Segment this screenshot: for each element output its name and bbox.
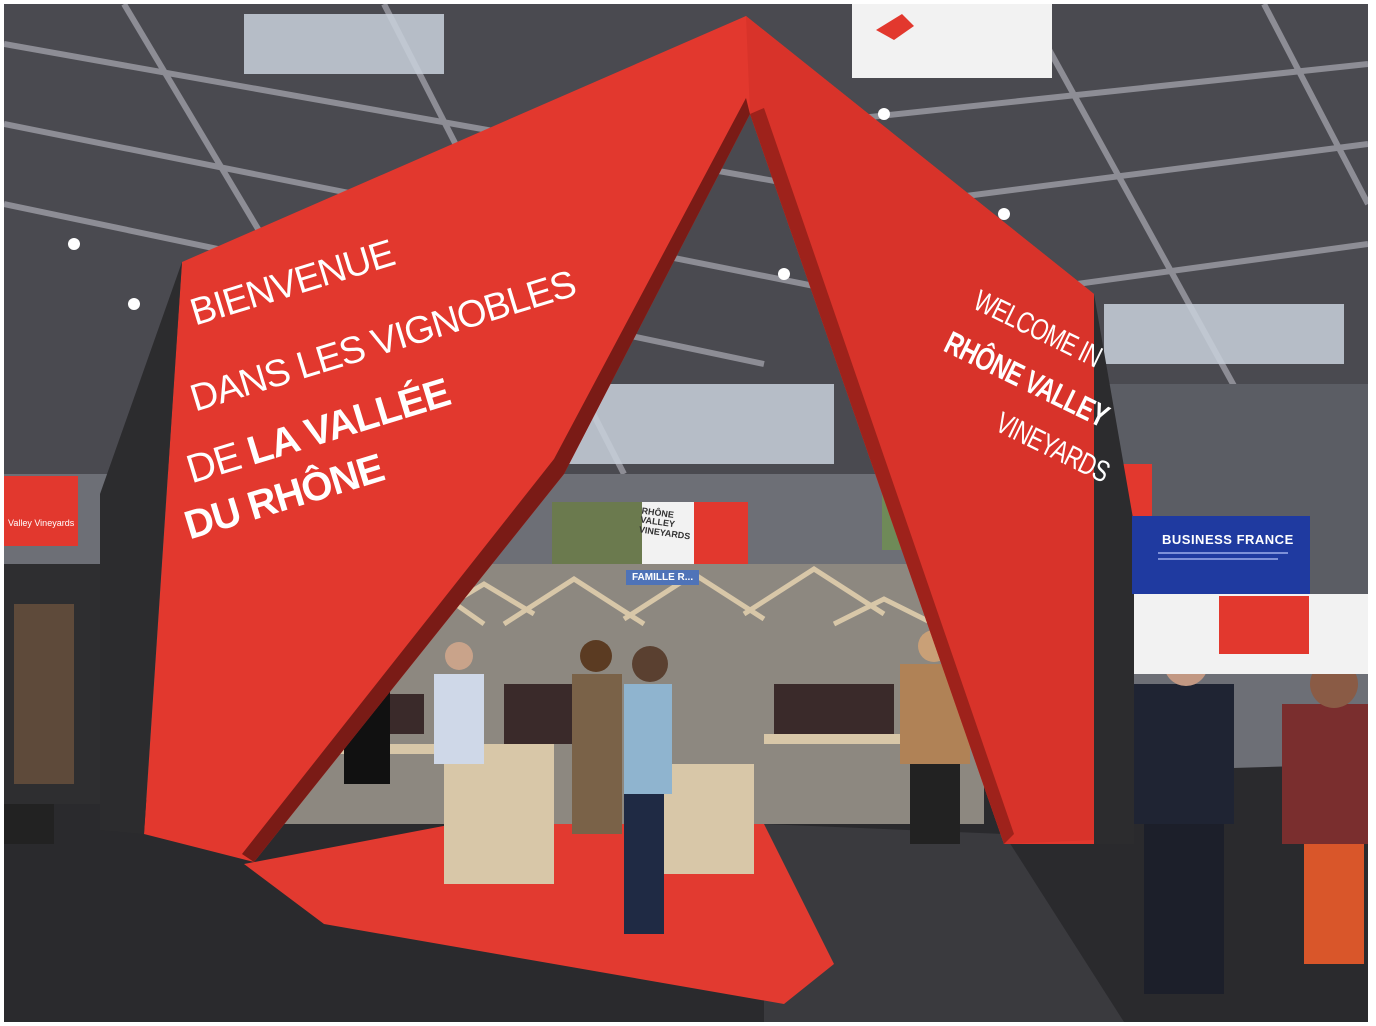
top-sign	[852, 4, 1052, 78]
left-banner-text: Valley Vineyards	[8, 518, 75, 528]
business-france-subtitle-bar-2	[1158, 558, 1278, 560]
business-france-sign: BUSINESS FRANCE	[1132, 516, 1310, 594]
hanging-banner-text: RHÔNE VALLEY VINEYARDS	[638, 505, 691, 542]
left-banner	[4, 476, 78, 546]
business-france-title: BUSINESS FRANCE	[1162, 532, 1294, 547]
famille-sign: FAMILLE R...	[626, 570, 700, 585]
photo-scene: BIENVENUE DANS LES VIGNOBLES DE LA VALLÉ…	[4, 4, 1368, 1022]
business-france-subtitle-bar	[1158, 552, 1288, 554]
hanging-banner-sign: RHÔNE VALLEY VINEYARDS	[552, 504, 748, 564]
